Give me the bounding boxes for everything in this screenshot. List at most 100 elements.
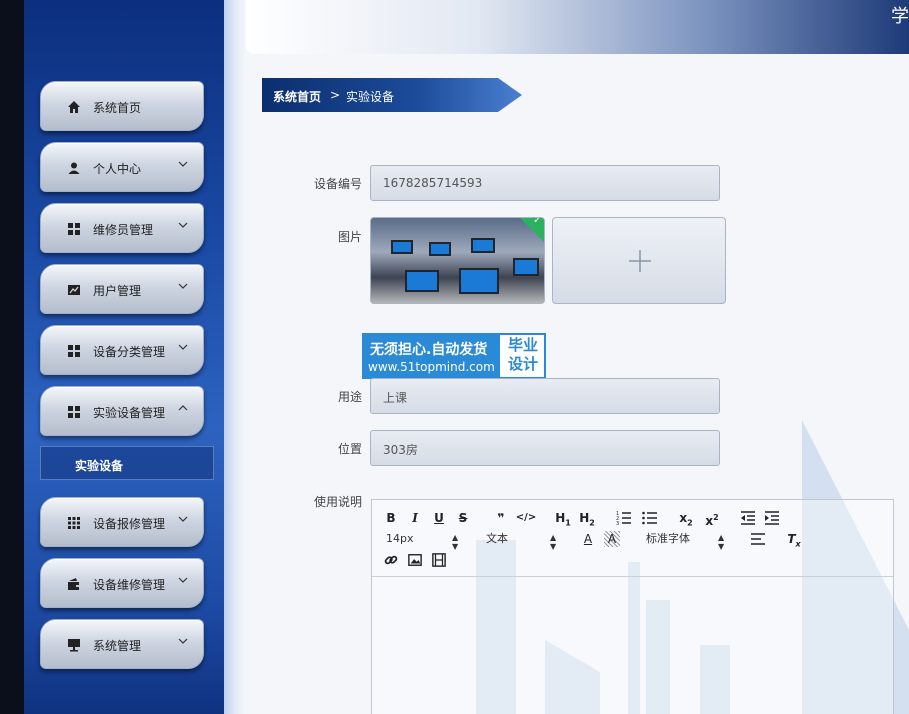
chevron-down-icon — [178, 283, 188, 289]
sidebar-item-personal-center[interactable]: 个人中心 — [40, 142, 204, 192]
sidebar-item-label: 设备分类管理 — [93, 345, 166, 359]
header2-button[interactable]: H2 — [576, 510, 598, 527]
sidebar-item-home[interactable]: 系统首页 — [40, 81, 204, 131]
sidebar-item-label: 实验设备管理 — [93, 406, 166, 420]
usage-label: 用途 — [337, 390, 362, 404]
background-color-icon[interactable]: A — [604, 531, 620, 547]
breadcrumb-current: 实验设备 — [346, 90, 395, 104]
chevron-down-icon — [178, 161, 188, 167]
watermark: 无须担心.自动发货 www.51topmind.com 毕业设计 — [362, 333, 546, 379]
plus-icon — [629, 250, 651, 272]
check-icon: ✓ — [533, 217, 542, 226]
select-arrow-icon: ▲ ▼ — [550, 533, 557, 551]
sidebar-item-label: 维修员管理 — [93, 223, 154, 237]
uploaded-image-thumbnail[interactable]: ✓ — [370, 217, 545, 304]
user-icon — [68, 162, 80, 174]
chevron-down-icon — [178, 516, 188, 522]
upload-success-badge: ✓ — [517, 217, 544, 242]
sidebar-item-repairman-management[interactable]: 维修员管理 — [40, 203, 204, 253]
video-icon[interactable] — [432, 552, 446, 568]
rich-text-editor: B I U S ❞ </> H1 H2 123 x2 x2 14px ▲ ▼ 文本… — [371, 499, 894, 714]
usage-input[interactable]: 上课 — [370, 378, 720, 414]
chevron-down-icon — [178, 222, 188, 228]
sidebar-edge — [224, 0, 246, 714]
device-no-label: 设备编号 — [313, 177, 362, 191]
blockquote-button[interactable]: ❞ — [492, 510, 510, 526]
image-upload-button[interactable] — [552, 217, 726, 304]
italic-button[interactable]: I — [406, 510, 424, 526]
clear-format-icon[interactable]: Tx — [786, 531, 802, 548]
top-header: 学 — [246, 0, 909, 54]
align-icon[interactable] — [750, 531, 766, 547]
sidebar-item-label: 设备报修管理 — [93, 517, 166, 531]
image-label: 图片 — [337, 230, 362, 244]
font-color-icon[interactable]: A — [580, 531, 596, 547]
photo-monitor — [391, 240, 413, 254]
sidebar-item-user-management[interactable]: 用户管理 — [40, 264, 204, 314]
select-arrow-icon: ▲ ▼ — [718, 533, 725, 551]
outdent-icon[interactable] — [740, 510, 756, 526]
strike-button[interactable]: S — [454, 510, 472, 526]
chevron-down-icon — [178, 638, 188, 644]
sidebar-item-label: 个人中心 — [93, 162, 142, 176]
chevron-down-icon — [178, 344, 188, 350]
svg-text:3: 3 — [616, 521, 619, 526]
link-icon[interactable] — [384, 552, 398, 568]
sidebar-item-device-repair-management[interactable]: 设备维修管理 — [40, 558, 204, 608]
submenu-item-lab-device[interactable]: 实验设备 — [40, 446, 214, 480]
chart-icon — [68, 285, 80, 295]
watermark-line2: www.51topmind.com — [368, 360, 495, 374]
breadcrumb-separator: > — [330, 88, 341, 102]
underline-button[interactable]: U — [430, 510, 448, 526]
submenu-item-label: 实验设备 — [75, 459, 124, 473]
photo-monitor — [471, 238, 495, 253]
sidebar-item-label: 系统首页 — [93, 101, 142, 115]
superscript-button[interactable]: x2 — [702, 510, 722, 528]
sidebar-item-label: 用户管理 — [93, 284, 142, 298]
location-input[interactable]: 303房 — [370, 430, 720, 466]
app-title: 学 — [891, 6, 909, 27]
apps-icon — [68, 517, 80, 529]
watermark-left: 无须担心.自动发货 www.51topmind.com — [364, 335, 500, 377]
left-edge-strip — [0, 0, 24, 714]
photo-monitor — [459, 268, 499, 294]
grid-icon — [68, 345, 80, 357]
instructions-label: 使用说明 — [313, 495, 362, 509]
photo-monitor — [405, 270, 439, 292]
editor-toolbar: B I U S ❞ </> H1 H2 123 x2 x2 14px ▲ ▼ 文本… — [372, 500, 893, 577]
image-icon[interactable] — [408, 552, 422, 568]
bold-button[interactable]: B — [382, 510, 400, 526]
home-icon — [68, 101, 80, 113]
grid-icon — [68, 406, 80, 418]
ordered-list-icon[interactable]: 123 — [616, 510, 632, 526]
header1-button[interactable]: H1 — [552, 510, 574, 527]
subscript-button[interactable]: x2 — [676, 510, 696, 527]
code-block-button[interactable]: </> — [514, 510, 538, 526]
wallet-icon — [68, 578, 80, 590]
breadcrumb: 系统首页 > 实验设备 — [262, 78, 522, 112]
sidebar-item-lab-device-management[interactable]: 实验设备管理 — [40, 386, 204, 436]
watermark-line1: 无须担心.自动发货 — [370, 342, 488, 358]
select-arrow-icon: ▲ ▼ — [452, 533, 459, 551]
sidebar-item-system-management[interactable]: 系统管理 — [40, 619, 204, 669]
font-family-select[interactable]: 标准字体 — [646, 531, 726, 547]
bullet-list-icon[interactable] — [642, 510, 658, 526]
sidebar-item-label: 设备维修管理 — [93, 578, 166, 592]
breadcrumb-home[interactable]: 系统首页 — [273, 88, 321, 105]
chevron-down-icon — [178, 577, 188, 583]
chevron-up-icon — [178, 405, 188, 411]
indent-icon[interactable] — [764, 510, 780, 526]
sidebar-item-label: 系统管理 — [93, 639, 142, 653]
sidebar: 系统首页 个人中心 维修员管理 用户管理 设备分类管理 实验设备管理 实验设备 … — [24, 0, 236, 714]
sidebar-item-device-category-management[interactable]: 设备分类管理 — [40, 325, 204, 375]
device-no-input[interactable]: 1678285714593 — [370, 165, 720, 201]
sidebar-item-device-repair-report[interactable]: 设备报修管理 — [40, 497, 204, 547]
grid-icon — [68, 223, 80, 235]
photo-monitor — [429, 242, 451, 256]
photo-monitor — [513, 258, 539, 276]
location-label: 位置 — [337, 442, 362, 456]
watermark-right: 毕业设计 — [507, 336, 538, 373]
monitor-icon — [68, 639, 80, 652]
text-type-select[interactable]: 文本 — [486, 531, 556, 547]
font-size-select[interactable]: 14px — [386, 531, 456, 547]
